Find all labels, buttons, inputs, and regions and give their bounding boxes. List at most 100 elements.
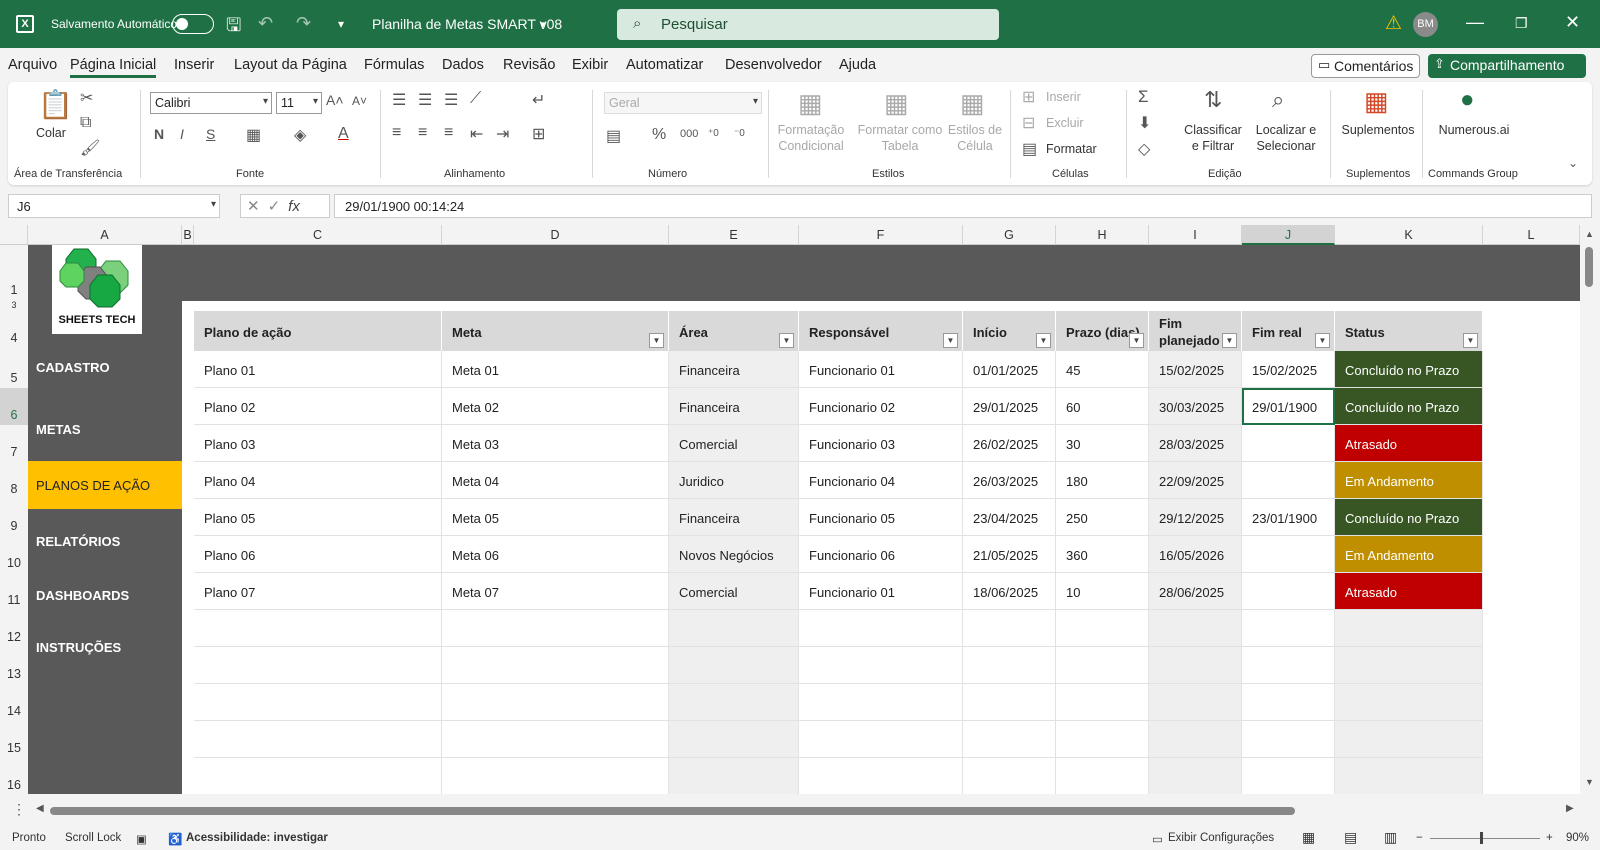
insert-cells-icon[interactable]: ⊞ <box>1022 87 1035 107</box>
nav-dashboards[interactable]: DASHBOARDS <box>28 581 182 609</box>
row-header[interactable]: 12 <box>0 610 28 647</box>
table-cell[interactable]: 60 <box>1056 388 1149 425</box>
column-header[interactable]: H <box>1056 225 1149 245</box>
macro-record-icon[interactable]: ▣ <box>136 832 147 846</box>
status-badge[interactable]: Concluído no Prazo <box>1335 499 1483 536</box>
scroll-up-icon[interactable]: ▲ <box>1585 229 1594 239</box>
chevron-down-icon[interactable]: ▾ <box>540 18 546 31</box>
table-cell[interactable]: Meta 03 <box>442 425 669 462</box>
column-header[interactable]: F <box>799 225 963 245</box>
empty-cell[interactable] <box>1056 758 1149 794</box>
shrink-font-icon[interactable]: A˅ <box>352 94 367 108</box>
table-cell[interactable]: Funcionario 02 <box>799 388 963 425</box>
table-cell[interactable]: Funcionario 01 <box>799 351 963 388</box>
accessibility-icon[interactable]: ♿ <box>168 832 182 846</box>
nav-planos-de-acao[interactable]: PLANOS DE AÇÃO <box>28 461 182 509</box>
orientation-icon[interactable]: ⟋ <box>470 90 481 108</box>
table-cell[interactable]: Plano 02 <box>194 388 442 425</box>
row-header[interactable]: 13 <box>0 647 28 684</box>
more-options-icon[interactable]: ⋮ <box>12 801 26 818</box>
table-cell[interactable]: 28/03/2025 <box>1149 425 1242 462</box>
tab-layout[interactable]: Layout da Página <box>234 57 347 73</box>
table-cell[interactable]: 18/06/2025 <box>963 573 1056 610</box>
name-box[interactable]: J6 ▾ <box>8 194 220 218</box>
table-cell[interactable]: 29/01/1900 <box>1242 388 1335 425</box>
empty-cell[interactable] <box>799 758 963 794</box>
warning-icon[interactable]: ⚠ <box>1385 12 1402 35</box>
wrap-text-icon[interactable]: ↵ <box>532 90 545 110</box>
row-header[interactable]: 1 <box>0 245 28 301</box>
merge-center-icon[interactable]: ⊞ <box>532 124 545 144</box>
tab-inserir[interactable]: Inserir <box>174 57 214 73</box>
row-header[interactable]: 7 <box>0 425 28 462</box>
cut-icon[interactable]: ✂ <box>80 88 93 108</box>
format-painter-icon[interactable]: 🖌 <box>80 138 100 158</box>
table-cell[interactable]: Plano 05 <box>194 499 442 536</box>
column-header[interactable]: I <box>1149 225 1242 245</box>
table-cell[interactable]: 360 <box>1056 536 1149 573</box>
fill-color-icon[interactable]: ◈ <box>294 125 306 145</box>
minimize-icon[interactable]: — <box>1466 12 1484 33</box>
customize-qat-icon[interactable]: ▾ <box>338 17 344 31</box>
table-cell[interactable]: 16/05/2026 <box>1149 536 1242 573</box>
status-badge[interactable]: Em Andamento <box>1335 462 1483 499</box>
fill-icon[interactable]: ⬇ <box>1138 113 1151 133</box>
cancel-icon[interactable]: ✕ <box>247 198 268 215</box>
empty-cell[interactable] <box>1335 721 1483 758</box>
align-right-icon[interactable]: ≡ <box>444 124 453 142</box>
tab-exibir[interactable]: Exibir <box>572 57 608 73</box>
tab-dados[interactable]: Dados <box>442 57 484 73</box>
empty-cell[interactable] <box>669 758 799 794</box>
table-cell[interactable]: 23/04/2025 <box>963 499 1056 536</box>
cell-styles-button[interactable]: Estilos de Célula <box>946 122 1004 154</box>
decrease-decimal-icon[interactable]: ⁻0 <box>734 128 745 139</box>
table-cell[interactable]: 250 <box>1056 499 1149 536</box>
column-header[interactable]: D <box>442 225 669 245</box>
filter-dropdown-icon[interactable]: ▼ <box>649 333 664 348</box>
table-cell[interactable]: 26/03/2025 <box>963 462 1056 499</box>
grow-font-icon[interactable]: A˄ <box>326 92 344 108</box>
table-cell[interactable]: 15/02/2025 <box>1242 351 1335 388</box>
table-cell[interactable]: Plano 01 <box>194 351 442 388</box>
table-cell[interactable]: 29/12/2025 <box>1149 499 1242 536</box>
insert-cells-button[interactable]: Inserir <box>1046 89 1081 105</box>
empty-cell[interactable] <box>194 684 442 721</box>
scroll-thumb[interactable] <box>1585 247 1593 287</box>
table-cell[interactable]: Financeira <box>669 499 799 536</box>
sort-filter-icon[interactable]: ⇅ <box>1204 87 1222 113</box>
display-settings-icon[interactable]: ▭ <box>1152 832 1163 846</box>
page-layout-icon[interactable]: ▤ <box>1344 829 1357 846</box>
table-cell[interactable]: 180 <box>1056 462 1149 499</box>
tab-revisao[interactable]: Revisão <box>503 57 555 73</box>
table-cell[interactable]: 22/09/2025 <box>1149 462 1242 499</box>
filter-dropdown-icon[interactable]: ▼ <box>1222 333 1237 348</box>
increase-decimal-icon[interactable]: ⁺0 <box>708 128 719 139</box>
table-cell[interactable]: Funcionario 04 <box>799 462 963 499</box>
scroll-right-icon[interactable]: ▶ <box>1566 803 1574 814</box>
addins-button[interactable]: Suplementos <box>1340 122 1416 138</box>
italic-icon[interactable]: I <box>180 126 184 142</box>
addins-icon[interactable]: ▦ <box>1364 86 1389 117</box>
decrease-indent-icon[interactable]: ⇤ <box>470 124 483 144</box>
status-badge[interactable]: Atrasado <box>1335 425 1483 462</box>
empty-cell[interactable] <box>194 721 442 758</box>
empty-cell[interactable] <box>194 610 442 647</box>
table-cell[interactable]: 28/06/2025 <box>1149 573 1242 610</box>
align-top-icon[interactable]: ☰ <box>392 90 406 110</box>
empty-cell[interactable] <box>1056 610 1149 647</box>
empty-cell[interactable] <box>1335 758 1483 794</box>
search-box[interactable]: ⌕ Pesquisar <box>617 9 999 40</box>
zoom-slider-thumb[interactable] <box>1480 832 1483 844</box>
filter-dropdown-icon[interactable]: ▼ <box>1315 333 1330 348</box>
table-cell[interactable]: Funcionario 05 <box>799 499 963 536</box>
table-cell[interactable]: 30 <box>1056 425 1149 462</box>
underline-icon[interactable]: S <box>206 126 215 142</box>
row-header[interactable]: 4 <box>0 311 28 351</box>
empty-cell[interactable] <box>799 684 963 721</box>
empty-cell[interactable] <box>963 758 1056 794</box>
table-cell[interactable] <box>1242 462 1335 499</box>
empty-cell[interactable] <box>1242 721 1335 758</box>
table-cell[interactable] <box>1242 425 1335 462</box>
column-header[interactable]: B <box>182 225 194 245</box>
table-cell[interactable]: Plano 04 <box>194 462 442 499</box>
